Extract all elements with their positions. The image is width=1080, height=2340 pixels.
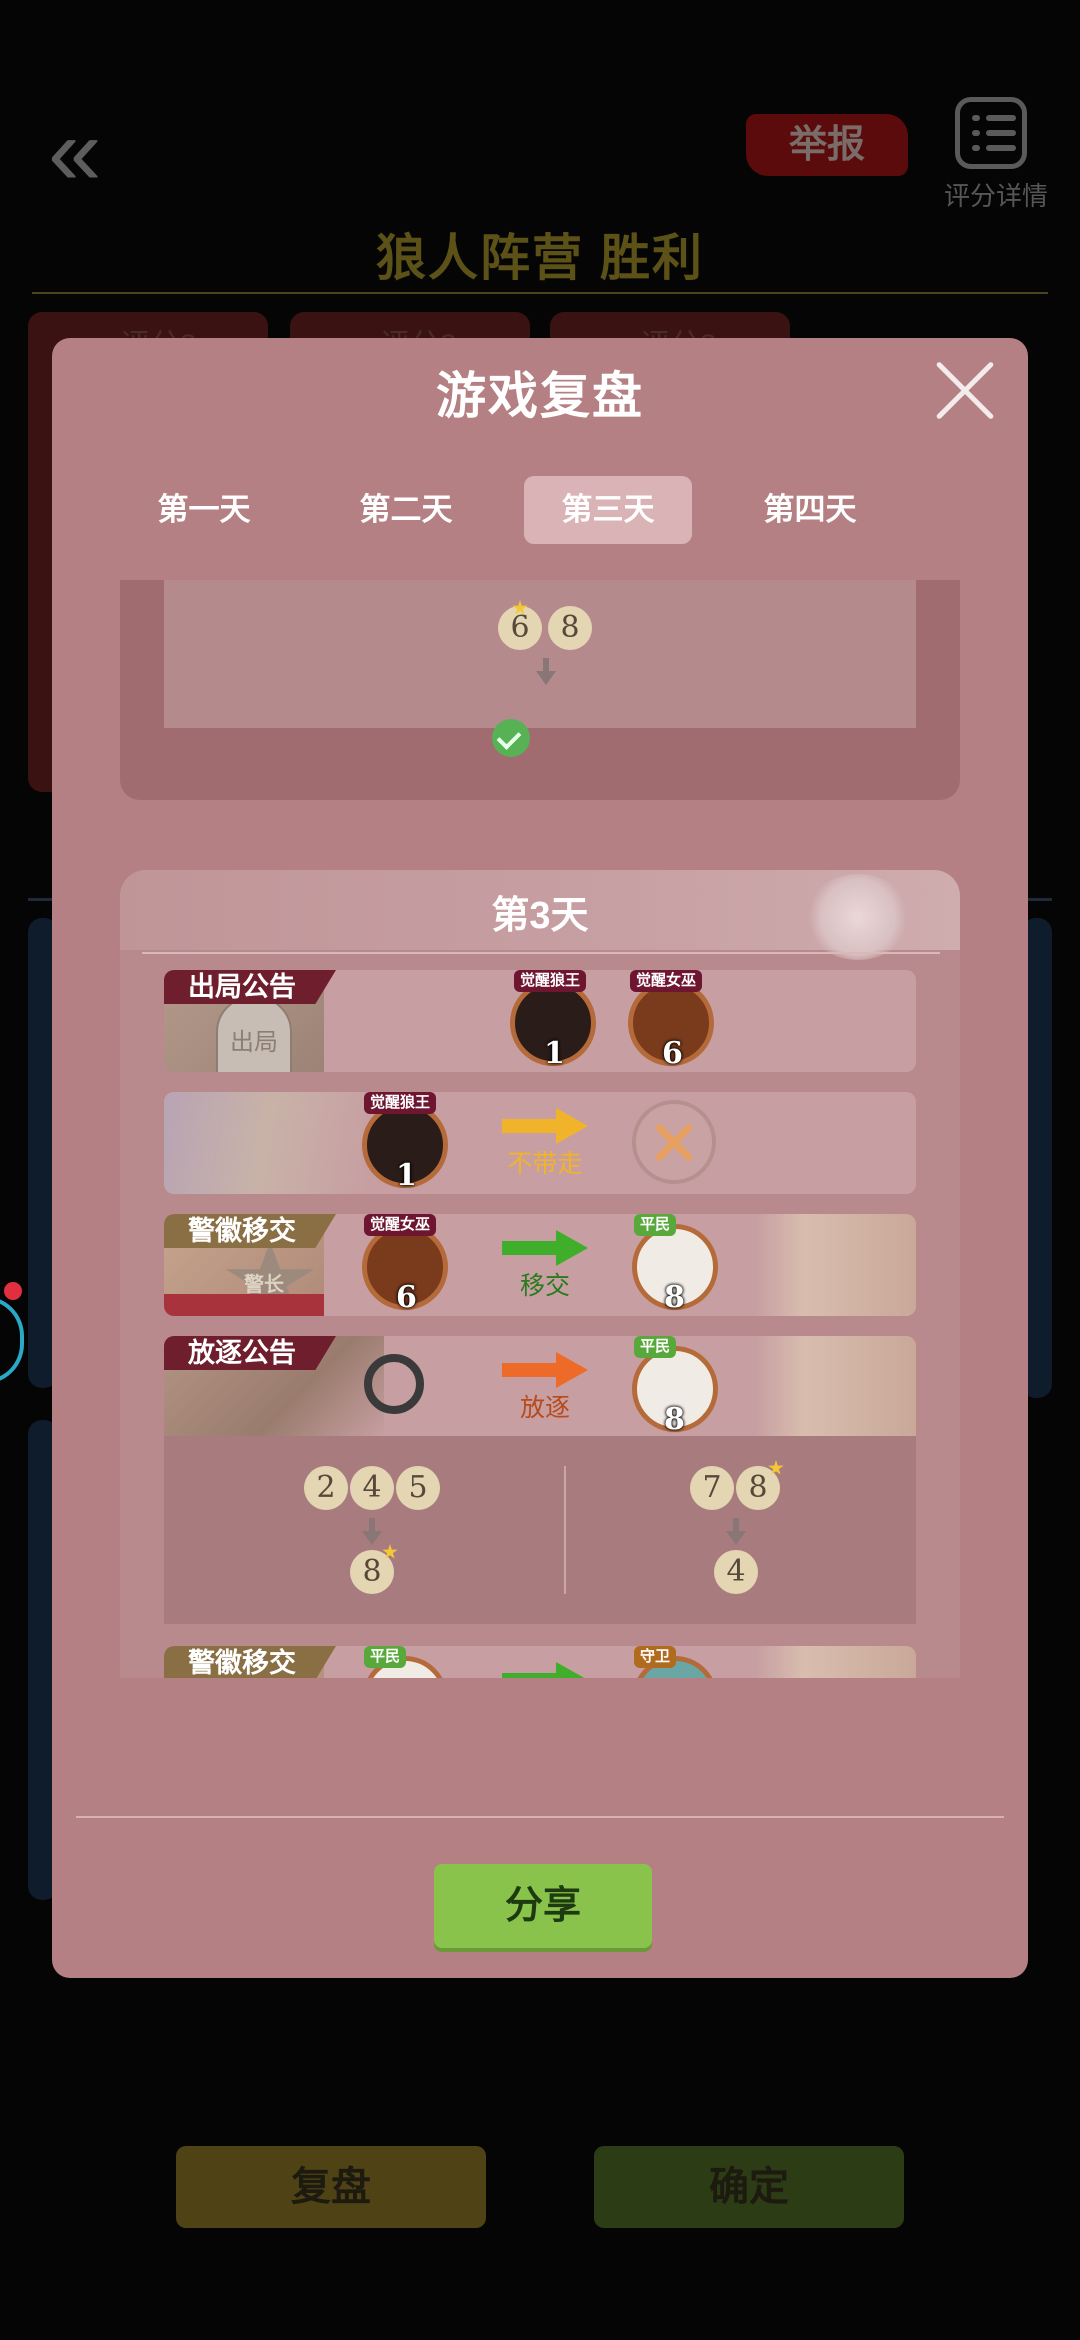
voter-seat: 5 (396, 1466, 440, 1510)
game-review-modal: 游戏复盘 第一天 第二天 第三天 第四天 6 1 6 8 第3天 (52, 338, 1028, 1978)
role-tag: 平民 (364, 1646, 407, 1668)
character-portrait (756, 1646, 916, 1678)
floating-widget[interactable] (0, 1282, 24, 1384)
seat-number: 6 (396, 1280, 417, 1315)
role-tag: 平民 (634, 1336, 677, 1358)
check-icon (492, 719, 530, 757)
seat-number: 6 (662, 1036, 683, 1071)
tab-day-2[interactable]: 第二天 (322, 476, 490, 544)
report-button[interactable]: 举报 (746, 114, 908, 176)
divider (76, 1816, 1004, 1818)
grave-text: 出局 (230, 1029, 278, 1056)
character-portrait (756, 1214, 916, 1316)
day-2-section: 6 1 6 8 (120, 580, 960, 800)
role-tag: 觉醒女巫 (364, 1214, 437, 1236)
result-title: 狼人阵营 胜利 (376, 230, 704, 286)
tab-day-3[interactable]: 第三天 (524, 476, 692, 544)
exile-notice-row: 放逐公告 放逐 平民 8 (164, 1336, 916, 1438)
tab-day-4[interactable]: 第四天 (726, 476, 894, 544)
voter-seat: 6 (498, 606, 542, 650)
shackles-icon (364, 1354, 424, 1414)
exile-vote-box: 2 4 5 8 7 8 4 (164, 1436, 916, 1624)
arrow-right-icon (502, 1662, 588, 1678)
tab-day-1[interactable]: 第一天 (120, 476, 288, 544)
arrow-down-icon (536, 671, 556, 685)
badge-transfer-row: 警长 警徽移交 平民 8 移交 守卫 5 (164, 1646, 916, 1678)
day-3-section: 第3天 出局 出局公告 觉醒狼王 1 觉醒女巫 6 觉醒狼王 1 不带走 警长 … (120, 870, 960, 1678)
action-label: 放逐 (519, 1394, 570, 1422)
no-target-icon (632, 1100, 716, 1184)
vote-result-box: 6 8 (164, 580, 916, 728)
review-scroll-area[interactable]: 6 1 6 8 第3天 出局 出局公告 (52, 580, 1028, 1678)
divider (564, 1466, 566, 1594)
badge-transfer-row: 警长 警徽移交 觉醒女巫 6 移交 平民 8 (164, 1214, 916, 1316)
badge-text: 警长 (244, 1274, 284, 1296)
divider (142, 952, 940, 954)
seat-number: 8 (664, 1280, 685, 1315)
arrow-down-icon (733, 1518, 739, 1532)
modal-title: 游戏复盘 (436, 368, 644, 424)
arrow-down-icon (369, 1518, 375, 1532)
share-button[interactable]: 分享 (434, 1864, 652, 1948)
arrow-right-icon (502, 1230, 588, 1266)
arrow-right-icon (502, 1352, 588, 1388)
role-tag: 觉醒狼王 (514, 970, 587, 992)
score-detail-label[interactable]: 评分详情 (936, 176, 1056, 213)
seat-number: 8 (664, 1402, 685, 1437)
role-tag: 平民 (634, 1214, 677, 1236)
action-label: 移交 (519, 1272, 570, 1300)
arrow-down-icon (362, 1531, 382, 1545)
confirm-button[interactable]: 确定 (594, 2146, 904, 2228)
badge-transfer-tag: 警徽移交 (164, 1646, 336, 1678)
review-button[interactable]: 复盘 (176, 2146, 486, 2228)
badge-transfer-tag: 警徽移交 (164, 1214, 336, 1248)
exile-notice-tag: 放逐公告 (164, 1336, 336, 1370)
voter-seat: 7 (690, 1466, 734, 1510)
score-detail-icon[interactable] (955, 97, 1027, 169)
wolf-king-skill-row: 觉醒狼王 1 不带走 (164, 1092, 916, 1194)
arrow-down-icon (726, 1531, 746, 1545)
voter-seat: 2 (304, 1466, 348, 1510)
arrow-down-icon (543, 658, 549, 672)
seat-number: 1 (396, 1158, 417, 1193)
day-title: 第3天 (491, 895, 589, 937)
back-icon[interactable]: « (48, 104, 118, 200)
voter-seat: 8 (548, 606, 592, 650)
seat-number: 1 (544, 1036, 565, 1071)
role-tag: 觉醒女巫 (630, 970, 703, 992)
action-label: 不带走 (507, 1150, 583, 1178)
death-notice-tag: 出局公告 (164, 970, 336, 1004)
death-notice-row: 出局 出局公告 觉醒狼王 1 觉醒女巫 6 (164, 970, 916, 1072)
arrow-right-icon (502, 1108, 588, 1144)
divider (32, 292, 1048, 294)
vote-target-seat: 4 (714, 1550, 758, 1594)
character-portrait (756, 1336, 916, 1438)
close-icon[interactable] (932, 358, 998, 424)
hunter-portrait (164, 1092, 364, 1194)
role-tag: 觉醒狼王 (364, 1092, 437, 1114)
role-tag: 守卫 (634, 1646, 677, 1668)
voter-seat: 4 (350, 1466, 394, 1510)
